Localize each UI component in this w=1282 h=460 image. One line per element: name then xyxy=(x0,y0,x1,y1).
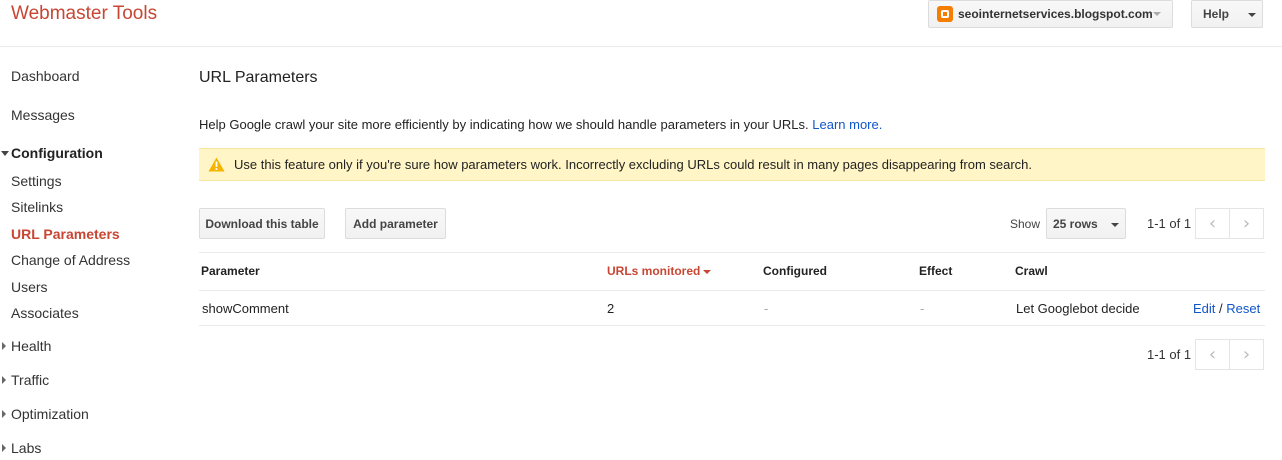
expand-right-icon xyxy=(2,410,6,418)
chevron-down-icon xyxy=(1153,12,1161,16)
prev-page-button[interactable]: ‹ xyxy=(1195,208,1230,239)
rows-value: 25 rows xyxy=(1053,216,1098,231)
chevron-right-icon: › xyxy=(1242,344,1251,365)
sidebar-section-optimization[interactable]: Optimization xyxy=(2,406,89,422)
page-title: URL Parameters xyxy=(199,69,318,86)
section-label: Traffic xyxy=(11,372,50,388)
expand-right-icon xyxy=(2,376,6,384)
cell-parameter: showComment xyxy=(202,301,289,316)
column-header-configured[interactable]: Configured xyxy=(763,264,827,278)
section-label: Health xyxy=(11,338,52,354)
sidebar-section-labs[interactable]: Labs xyxy=(2,440,42,456)
edit-link[interactable]: Edit xyxy=(1193,301,1215,316)
section-label: Labs xyxy=(11,440,42,456)
column-header-crawl[interactable]: Crawl xyxy=(1015,264,1048,278)
bottom-next-page-button[interactable]: › xyxy=(1229,339,1264,370)
expand-down-icon xyxy=(1,151,9,156)
warning-text: Use this feature only if you're sure how… xyxy=(234,157,1033,172)
bottom-prev-page-button[interactable]: ‹ xyxy=(1195,339,1230,370)
sidebar-item-url-parameters[interactable]: URL Parameters xyxy=(11,226,120,242)
pager-count: 1-1 of 1 xyxy=(1147,216,1192,231)
warning-banner: Use this feature only if you're sure how… xyxy=(199,148,1265,181)
learn-more-link[interactable]: Learn more. xyxy=(812,117,882,132)
cell-urls-monitored: 2 xyxy=(607,301,615,316)
chevron-down-icon xyxy=(1248,13,1256,17)
chevron-left-icon: ‹ xyxy=(1208,344,1217,365)
cell-effect: - xyxy=(920,301,925,316)
action-separator: / xyxy=(1219,301,1223,316)
table-bottom-border xyxy=(199,325,1265,326)
sidebar-item-users[interactable]: Users xyxy=(11,279,48,295)
column-header-parameter[interactable]: Parameter xyxy=(201,264,260,278)
header-label: URLs monitored xyxy=(607,264,701,278)
download-table-button[interactable]: Download this table xyxy=(199,208,325,239)
chevron-down-icon xyxy=(1111,223,1119,227)
intro-body: Help Google crawl your site more efficie… xyxy=(199,117,809,132)
reset-link[interactable]: Reset xyxy=(1226,301,1260,316)
cell-configured: - xyxy=(764,301,769,316)
chevron-right-icon: › xyxy=(1242,213,1251,234)
add-parameter-button[interactable]: Add parameter xyxy=(345,208,446,239)
header-divider xyxy=(199,290,1265,291)
sidebar-item-settings[interactable]: Settings xyxy=(11,173,62,189)
sidebar-item-messages[interactable]: Messages xyxy=(11,107,75,123)
row-actions: Edit / Reset xyxy=(1193,301,1260,316)
chevron-left-icon: ‹ xyxy=(1208,213,1217,234)
next-page-button[interactable]: › xyxy=(1229,208,1264,239)
show-label: Show xyxy=(1010,217,1041,231)
section-label: Configuration xyxy=(11,145,103,161)
sidebar-item-dashboard[interactable]: Dashboard xyxy=(11,68,80,84)
bottom-pager-count: 1-1 of 1 xyxy=(1147,347,1192,362)
column-header-effect[interactable]: Effect xyxy=(919,264,952,278)
expand-right-icon xyxy=(2,444,6,452)
sidebar-section-configuration[interactable]: Configuration xyxy=(1,145,103,161)
section-label: Optimization xyxy=(11,406,89,422)
cell-crawl: Let Googlebot decide xyxy=(1016,301,1140,316)
top-header: Webmaster Tools seointernetservices.blog… xyxy=(0,0,1282,47)
help-label: Help xyxy=(1203,7,1230,21)
column-header-urls-monitored[interactable]: URLs monitored xyxy=(607,264,712,278)
sort-descending-icon xyxy=(703,269,712,274)
expand-right-icon xyxy=(2,342,6,350)
blogger-icon xyxy=(937,6,953,22)
intro-text: Help Google crawl your site more efficie… xyxy=(199,117,882,132)
sidebar-section-health[interactable]: Health xyxy=(2,338,52,354)
site-selector[interactable]: seointernetservices.blogspot.com xyxy=(928,0,1173,28)
site-name: seointernetservices.blogspot.com xyxy=(958,7,1153,21)
app-title[interactable]: Webmaster Tools xyxy=(11,3,157,25)
warning-triangle-icon xyxy=(208,157,225,172)
sidebar-item-sitelinks[interactable]: Sitelinks xyxy=(11,199,63,215)
help-button[interactable]: Help xyxy=(1191,0,1263,28)
table-top-border xyxy=(199,252,1265,253)
sidebar-item-change-of-address[interactable]: Change of Address xyxy=(11,252,130,268)
sidebar-section-traffic[interactable]: Traffic xyxy=(2,372,50,388)
rows-per-page-select[interactable]: 25 rows xyxy=(1046,208,1126,239)
sidebar-item-associates[interactable]: Associates xyxy=(11,305,79,321)
